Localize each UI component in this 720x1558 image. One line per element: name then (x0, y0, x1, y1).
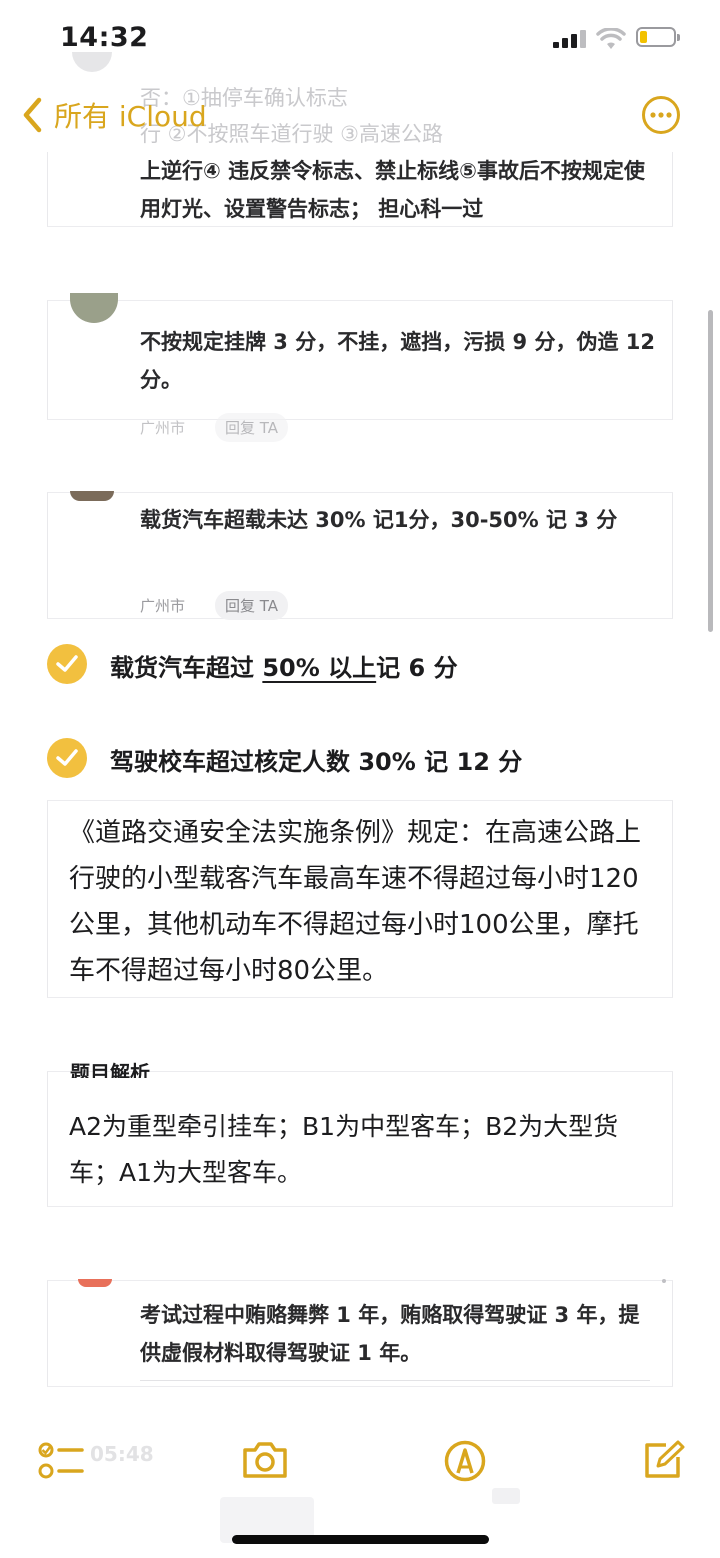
text-part: 记 6 分 (376, 654, 458, 682)
avatar (72, 52, 112, 72)
checkmark-icon (56, 655, 78, 672)
divider (140, 1380, 650, 1381)
location-text: 广州市 (140, 419, 186, 437)
reply-button[interactable]: 回复 TA (215, 591, 289, 620)
text-part: 驾驶校车超过核定人数 30% 记 12 分 (110, 748, 523, 776)
comment-meta: 广州市 回复 TA (140, 591, 289, 620)
checklist-item-text: 驾驶校车超过核定人数 30% 记 12 分 (110, 742, 522, 777)
compose-icon[interactable] (642, 1439, 686, 1479)
cellular-signal-icon (553, 30, 587, 48)
markup-icon[interactable] (443, 1439, 487, 1483)
card-text: 不按规定挂牌 3 分，不挂，遮挡，污损 9 分，伪造 12 分。 (140, 330, 656, 392)
card-text: 考试过程中贿赂舞弊 1 年，贿赂取得驾驶证 3 年，提供虚假材料取得驾驶证 1 … (140, 1303, 640, 1365)
screenshot-card: 不按规定挂牌 3 分，不挂，遮挡，污损 9 分，伪造 12 分。 广州市 回复 … (47, 293, 673, 442)
chevron-left-icon (23, 97, 42, 133)
location-text: 广州市 (140, 597, 186, 615)
screenshot-card: 考试过程中贿赂舞弊 1 年，贿赂取得驾驶证 3 年，提供虚假材料取得驾驶证 1 … (47, 1279, 673, 1387)
checklist-icon[interactable] (38, 1442, 84, 1480)
scrollbar[interactable] (708, 310, 713, 632)
card-text: 载货汽车超载未达 30% 记1分，30-50% 记 3 分 (140, 508, 618, 532)
ghost-text-line: 行 ②不按照车道行驶 ③高速公路 (140, 122, 444, 146)
home-indicator[interactable] (232, 1535, 489, 1544)
card-text: 上逆行④ 违反禁令标志、禁止标线⑤事故后不按规定使用灯光、设置警告标志； 担心科… (140, 159, 645, 221)
checkmark-icon (56, 749, 78, 766)
law-note-text: 《道路交通安全法实施条例》规定：在高速公路上行驶的小型载客汽车最高车速不得超过每… (69, 818, 642, 986)
page-dot (662, 1279, 666, 1283)
checkbox-checked[interactable] (47, 644, 87, 684)
avatar (70, 491, 114, 501)
ghost-text-line: 否：①抽停车确认标志 (140, 86, 348, 110)
back-button[interactable]: 所有 iCloud (22, 96, 207, 134)
text-part: 载货汽车超过 (110, 654, 263, 682)
ghost-shape (492, 1488, 520, 1504)
camera-icon[interactable] (241, 1441, 289, 1479)
comment-meta: 广州市 回复 TA (140, 413, 289, 442)
ghost-time: 05:48 (90, 1442, 154, 1466)
avatar (70, 293, 118, 323)
back-label: 所有 iCloud (54, 100, 207, 133)
screenshot-card: 上逆行④ 违反禁令标志、禁止标线⑤事故后不按规定使用灯光、设置警告标志； 担心科… (47, 152, 673, 227)
underlined-text: 50% 以上 (262, 654, 377, 682)
battery-icon (636, 27, 680, 47)
screenshot-card: 载货汽车超载未达 30% 记1分，30-50% 记 3 分 广州市 回复 TA (47, 491, 673, 620)
wifi-icon (596, 28, 626, 49)
reply-button[interactable]: 回复 TA (215, 413, 289, 442)
checkbox-checked[interactable] (47, 738, 87, 778)
more-options-icon[interactable] (641, 95, 681, 135)
checklist-item-text: 载货汽车超过 50% 以上记 6 分 (110, 648, 458, 683)
analysis-text: A2为重型牵引挂车；B1为中型客车；B2为大型货车；A1为大型客车。 (69, 1112, 619, 1187)
analysis-header-fragment: 题目解析 (70, 1061, 150, 1078)
status-time: 14:32 (60, 22, 149, 53)
avatar (78, 1279, 112, 1287)
